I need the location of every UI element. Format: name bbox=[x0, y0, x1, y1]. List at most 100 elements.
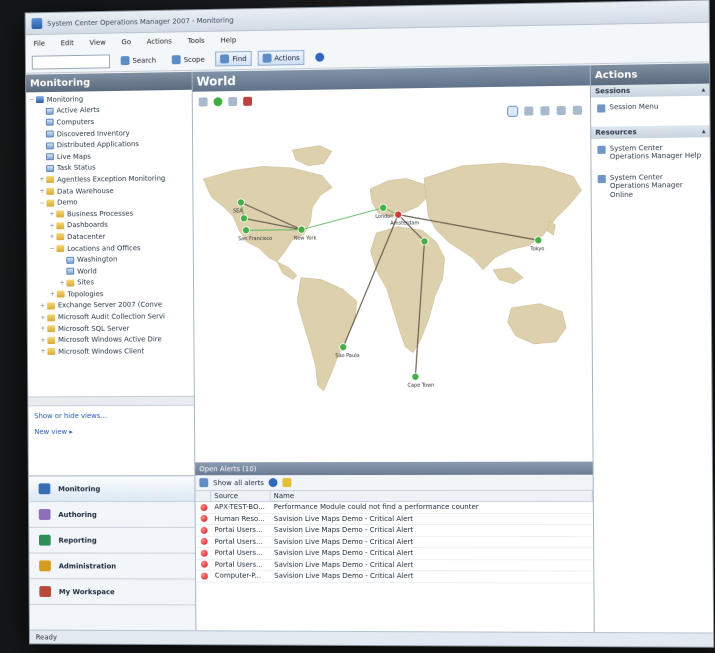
search-input[interactable] bbox=[31, 53, 110, 70]
location-node[interactable]: Amsterdam bbox=[390, 210, 419, 227]
alert-row[interactable]: Portal Users... Savision Live Maps Demo -… bbox=[195, 536, 594, 549]
alert-row[interactable]: APX-TEST-BO... Performance Module could n… bbox=[195, 501, 593, 514]
expand-icon[interactable]: + bbox=[48, 222, 55, 229]
expand-icon[interactable]: + bbox=[39, 303, 46, 310]
expand-icon[interactable]: + bbox=[49, 234, 56, 241]
expand-icon[interactable]: + bbox=[48, 211, 55, 218]
menu-view[interactable]: View bbox=[89, 38, 105, 46]
show-alerts-dropdown[interactable]: Show all alerts bbox=[213, 479, 264, 487]
warning-icon[interactable] bbox=[282, 478, 292, 488]
find-button[interactable]: Find bbox=[215, 50, 252, 67]
menu-actions[interactable]: Actions bbox=[147, 37, 172, 45]
healthy-status-icon[interactable] bbox=[410, 372, 419, 381]
action-opsmgr-online[interactable]: System Center Operations Manager Online bbox=[592, 166, 711, 205]
wunderbar-my-workspace[interactable]: My Workspace bbox=[29, 579, 196, 606]
view-links: Show or hide views... New view ▸ bbox=[28, 405, 195, 476]
select-tool-icon[interactable] bbox=[507, 105, 519, 117]
severity-cell bbox=[196, 503, 212, 511]
expand-icon[interactable]: + bbox=[39, 188, 46, 195]
new-view-link[interactable]: New view ▸ bbox=[34, 428, 188, 436]
continents bbox=[203, 145, 583, 393]
alert-row[interactable]: Human Reso... Savision Live Maps Demo - C… bbox=[195, 513, 594, 526]
severity-column[interactable] bbox=[195, 491, 212, 502]
critical-icon bbox=[199, 503, 207, 511]
find-label: Find bbox=[232, 54, 247, 63]
collapse-icon[interactable]: − bbox=[28, 96, 35, 104]
wunderbar-administration[interactable]: Administration bbox=[29, 553, 196, 580]
grid-icon[interactable] bbox=[540, 106, 550, 116]
administration-icon bbox=[39, 560, 51, 572]
zoom-out-icon[interactable] bbox=[572, 105, 582, 115]
healthy-status-icon[interactable] bbox=[298, 226, 307, 235]
alert-row[interactable]: Portal Users... Savision Live Maps Demo -… bbox=[195, 559, 594, 572]
view-icon bbox=[46, 153, 54, 161]
refresh-icon[interactable] bbox=[228, 96, 238, 107]
tree-item-label: Datacenter bbox=[67, 232, 106, 241]
action-session-menu[interactable]: Session Menu bbox=[591, 96, 709, 119]
wunderbar-authoring[interactable]: Authoring bbox=[28, 502, 195, 528]
alert-state-icon[interactable] bbox=[268, 478, 278, 488]
alert-row[interactable]: Portal Users... Savision Live Maps Demo -… bbox=[195, 524, 594, 537]
expand-icon[interactable]: + bbox=[38, 177, 45, 184]
source-column[interactable]: Source bbox=[211, 491, 271, 502]
actions-label: Actions bbox=[274, 53, 300, 63]
screen-background: System Center Operations Manager 2007 - … bbox=[0, 0, 715, 653]
wunderbar-label: My Workspace bbox=[58, 587, 115, 596]
location-label: SEA bbox=[233, 208, 243, 214]
help-map-icon[interactable] bbox=[524, 106, 534, 116]
alert-row[interactable]: Computer-P... Savision Live Maps Demo - C… bbox=[196, 570, 594, 584]
world-map-view[interactable]: SEA San Francisco New York London Amsterdam T… bbox=[192, 85, 593, 463]
tree-item[interactable]: + Microsoft Windows Active Dire bbox=[30, 334, 192, 347]
folder-icon bbox=[46, 187, 55, 195]
folder-icon bbox=[56, 290, 65, 298]
status-ok-icon[interactable] bbox=[213, 97, 223, 107]
scope-label: Scope bbox=[183, 55, 205, 64]
back-icon[interactable] bbox=[198, 97, 208, 107]
alert-filter-icon[interactable] bbox=[243, 96, 253, 106]
collapse-icon: ▴ bbox=[701, 127, 706, 136]
wunderbar-reporting[interactable]: Reporting bbox=[29, 527, 195, 554]
location-node[interactable] bbox=[240, 215, 247, 222]
actions-toggle-button[interactable]: Actions bbox=[257, 50, 305, 66]
menu-help[interactable]: Help bbox=[220, 36, 236, 44]
expand-icon[interactable]: + bbox=[40, 348, 47, 355]
critical-status-icon[interactable] bbox=[393, 210, 402, 219]
expand-icon[interactable]: + bbox=[59, 279, 66, 286]
navigation-pane: Monitoring − Monitoring Active Alerts Compu… bbox=[26, 71, 197, 631]
healthy-status-icon[interactable] bbox=[535, 237, 542, 244]
healthy-status-icon[interactable] bbox=[378, 203, 387, 212]
expand-icon[interactable]: + bbox=[39, 314, 46, 321]
search-label: Search bbox=[132, 56, 157, 65]
collapse-icon[interactable]: − bbox=[39, 199, 46, 206]
location-node[interactable] bbox=[421, 238, 428, 245]
zoom-in-icon[interactable] bbox=[556, 105, 566, 116]
location-node[interactable]: Cape Town bbox=[407, 372, 434, 389]
healthy-status-icon[interactable] bbox=[421, 238, 428, 245]
alert-source: Portal Users... bbox=[214, 560, 263, 569]
expand-icon[interactable]: + bbox=[40, 337, 47, 344]
menu-file[interactable]: File bbox=[34, 39, 45, 47]
show-hide-views-link[interactable]: Show or hide views... bbox=[34, 412, 188, 420]
view-icon bbox=[46, 164, 54, 172]
menu-edit[interactable]: Edit bbox=[61, 39, 74, 47]
alert-name: Savision Live Maps Demo - Critical Alert bbox=[273, 526, 414, 535]
scope-button[interactable]: Scope bbox=[167, 52, 210, 68]
healthy-status-icon[interactable] bbox=[237, 199, 244, 206]
name-column[interactable]: Name bbox=[270, 490, 593, 502]
expand-icon[interactable]: + bbox=[39, 325, 46, 332]
wunderbar-monitoring[interactable]: Monitoring bbox=[28, 476, 195, 503]
healthy-status-icon[interactable] bbox=[242, 227, 249, 234]
healthy-status-icon[interactable] bbox=[240, 215, 247, 222]
tree-horizontal-scrollbar[interactable] bbox=[28, 395, 194, 406]
action-opsmgr-help[interactable]: System Center Operations Manager Help bbox=[591, 137, 710, 168]
search-button[interactable]: Search bbox=[116, 53, 161, 69]
expand-icon[interactable]: + bbox=[49, 291, 56, 298]
tree-item[interactable]: + Microsoft Windows Client bbox=[30, 345, 192, 357]
alert-row[interactable]: Portal Users... Savision Live Maps Demo -… bbox=[195, 547, 594, 560]
menu-go[interactable]: Go bbox=[121, 38, 131, 46]
help-button[interactable] bbox=[311, 50, 330, 65]
menu-tools[interactable]: Tools bbox=[188, 36, 205, 44]
healthy-status-icon[interactable] bbox=[339, 343, 348, 352]
collapse-icon[interactable]: − bbox=[49, 245, 56, 252]
monitoring-tree[interactable]: − Monitoring Active Alerts Computers Discove… bbox=[26, 89, 194, 407]
